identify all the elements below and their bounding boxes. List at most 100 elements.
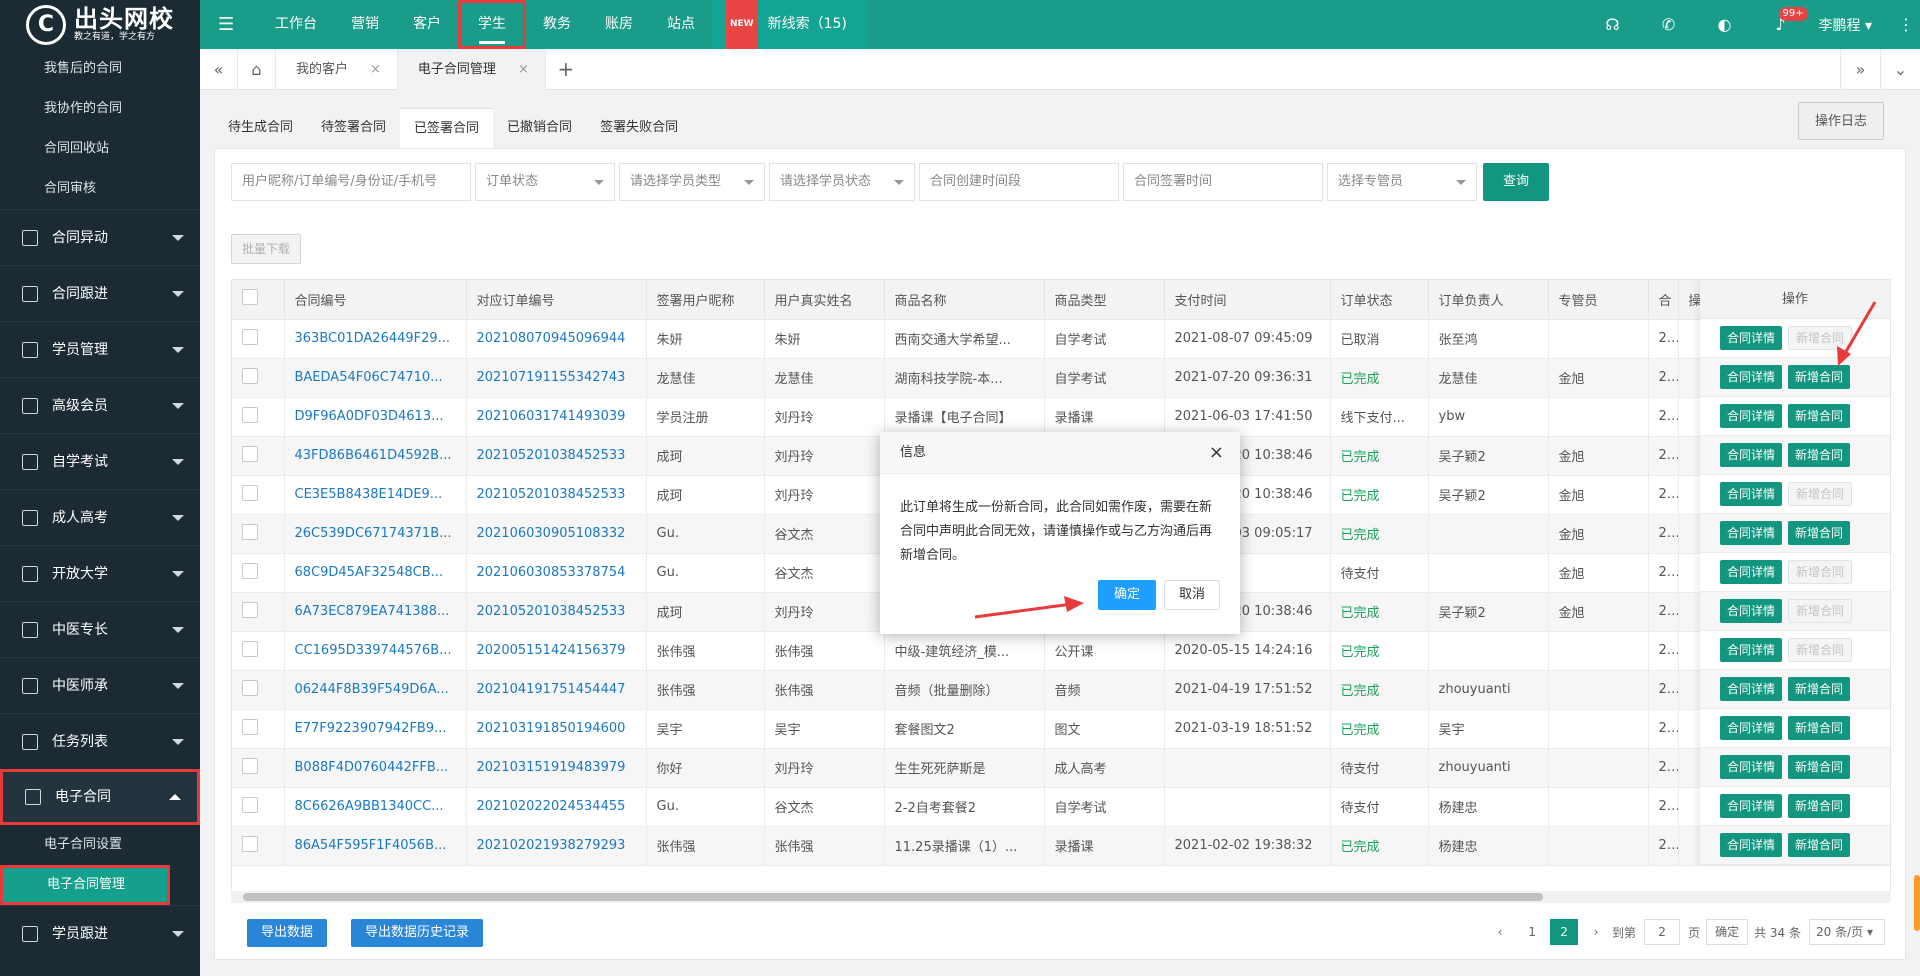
student-status-select[interactable]: 请选择学员状态 <box>769 163 915 201</box>
phone-icon[interactable]: ✆ <box>1641 15 1697 34</box>
contract-detail-button[interactable]: 合同详情 <box>1720 716 1783 740</box>
sidebar-group[interactable]: 学员跟进 <box>0 905 200 961</box>
horizontal-scrollbar[interactable] <box>231 891 1891 903</box>
add-contract-button[interactable]: 新增合同 <box>1788 755 1851 779</box>
page-2[interactable]: 2 <box>1550 919 1579 945</box>
goto-confirm-button[interactable]: 确定 <box>1706 919 1749 945</box>
bulk-download-button[interactable]: 批量下载 <box>231 234 302 264</box>
cell-1[interactable]: 202106031741493039 <box>466 397 647 437</box>
export-history-button[interactable]: 导出数据历史记录 <box>351 919 484 947</box>
tab-my-customers[interactable]: 我的客户 × <box>276 48 398 90</box>
sidebar-group[interactable]: 中医师承 <box>0 657 200 713</box>
cell-0[interactable]: 6A73EC879EA741388... <box>284 592 467 632</box>
cell-0[interactable]: B088F4D0760442FFB... <box>284 748 467 788</box>
cell-0[interactable]: 26C539DC67174371B... <box>284 514 467 554</box>
export-button[interactable]: 导出数据 <box>247 919 328 947</box>
contract-detail-button[interactable]: 合同详情 <box>1720 326 1783 350</box>
cell-1[interactable]: 202103151919483979 <box>466 748 647 788</box>
cell-1[interactable]: 202105201038452533 <box>466 436 647 476</box>
contract-detail-button[interactable]: 合同详情 <box>1720 794 1783 818</box>
menu-toggle-icon[interactable]: ☰ <box>218 14 234 35</box>
nav-item-4[interactable]: 教务 <box>526 0 588 49</box>
contract-created-range[interactable]: 合同创建时间段 <box>919 163 1119 201</box>
sidebar-subitem-contract[interactable]: 电子合同管理 <box>0 865 170 905</box>
close-icon[interactable]: × <box>370 62 381 77</box>
add-contract-button[interactable]: 新增合同 <box>1788 833 1851 857</box>
contract-detail-button[interactable]: 合同详情 <box>1720 482 1783 506</box>
sidebar-group[interactable]: 成人高考 <box>0 489 200 545</box>
contract-detail-button[interactable]: 合同详情 <box>1720 443 1783 467</box>
add-contract-button[interactable]: 新增合同 <box>1788 521 1851 545</box>
more-icon[interactable]: ⋮ <box>1892 15 1920 34</box>
sidebar-group[interactable]: 学员管理 <box>0 321 200 377</box>
row-checkbox[interactable] <box>242 445 258 462</box>
query-button[interactable]: 查询 <box>1483 163 1550 201</box>
close-icon[interactable]: × <box>518 62 529 77</box>
cell-1[interactable]: 202108070945096944 <box>466 319 647 359</box>
contract-status-tab[interactable]: 已签署合同 <box>400 108 494 148</box>
nav-item-1[interactable]: 营销 <box>334 0 396 49</box>
nav-item-3[interactable]: 学生 <box>458 0 526 49</box>
cell-0[interactable]: 43FD86B6461D4592B... <box>284 436 467 476</box>
operation-log-button[interactable]: 操作日志 <box>1797 102 1884 140</box>
cancel-button[interactable]: 取消 <box>1163 580 1220 610</box>
add-contract-button[interactable]: 新增合同 <box>1788 716 1851 740</box>
page-size-select[interactable]: 20 条/页 ▾ <box>1809 919 1885 945</box>
cell-1[interactable]: 202105201038452533 <box>466 475 647 515</box>
home-icon[interactable]: ⌂ <box>238 48 276 90</box>
contract-detail-button[interactable]: 合同详情 <box>1720 755 1783 779</box>
select-all-checkbox[interactable] <box>242 289 258 306</box>
cell-0[interactable]: 363BC01DA26449F29... <box>284 319 467 359</box>
sidebar-subitem[interactable]: 我协作的合同 <box>0 89 200 129</box>
sidebar-group[interactable]: 高级会员 <box>0 377 200 433</box>
row-checkbox[interactable] <box>242 796 258 813</box>
side-scroll-indicator[interactable] <box>1914 875 1920 931</box>
cell-1[interactable]: 202103191850194600 <box>466 709 647 749</box>
prev-page-icon[interactable]: ‹ <box>1486 919 1514 945</box>
contract-detail-button[interactable]: 合同详情 <box>1720 599 1783 623</box>
order-status-select[interactable]: 订单状态 <box>475 163 615 201</box>
tab-contract-management[interactable]: 电子合同管理 × <box>397 48 546 90</box>
row-checkbox[interactable] <box>242 640 258 657</box>
row-checkbox[interactable] <box>242 523 258 540</box>
contract-detail-button[interactable]: 合同详情 <box>1720 833 1783 857</box>
confirm-button[interactable]: 确定 <box>1097 580 1156 610</box>
student-type-select[interactable]: 请选择学员类型 <box>619 163 765 201</box>
sidebar-group[interactable]: 开放大学 <box>0 545 200 601</box>
cell-1[interactable]: 202106030853378754 <box>466 553 647 593</box>
row-checkbox[interactable] <box>242 679 258 696</box>
row-checkbox[interactable] <box>242 562 258 579</box>
row-checkbox[interactable] <box>242 406 258 423</box>
cell-0[interactable]: 68C9D45AF32548CB... <box>284 553 467 593</box>
nav-new-leads[interactable]: NEW 新线索（15) <box>712 0 867 50</box>
contract-status-tab[interactable]: 已撤销合同 <box>493 108 586 148</box>
cell-1[interactable]: 202005151424156379 <box>466 631 647 671</box>
contract-detail-button[interactable]: 合同详情 <box>1720 677 1783 701</box>
nav-item-2[interactable]: 客户 <box>396 0 458 49</box>
cell-0[interactable]: CE3E5B8438E14DE9... <box>284 475 467 515</box>
nav-item-6[interactable]: 站点 <box>650 0 712 49</box>
bell-icon[interactable]: ♪ 99+ <box>1753 7 1809 34</box>
headset-icon[interactable]: ☊ <box>1585 15 1641 34</box>
sidebar-subitem[interactable]: 我售后的合同 <box>0 49 200 89</box>
add-contract-button[interactable]: 新增合同 <box>1788 677 1851 701</box>
cell-1[interactable]: 202106030905108332 <box>466 514 647 554</box>
scroll-thumb[interactable] <box>243 893 1543 901</box>
cell-0[interactable]: D9F96A0DF03D4613... <box>284 397 467 437</box>
add-contract-button[interactable]: 新增合同 <box>1788 794 1851 818</box>
row-checkbox[interactable] <box>242 484 258 501</box>
contract-detail-button[interactable]: 合同详情 <box>1720 365 1783 389</box>
next-page-icon[interactable]: › <box>1582 919 1610 945</box>
contract-detail-button[interactable]: 合同详情 <box>1720 638 1783 662</box>
sidebar-group[interactable]: 任务列表 <box>0 713 200 769</box>
sidebar-group[interactable]: 合同跟进 <box>0 265 200 321</box>
manager-select[interactable]: 选择专管员 <box>1327 163 1477 201</box>
nav-item-0[interactable]: 工作台 <box>258 0 334 49</box>
sidebar-subitem[interactable]: 合同审核 <box>0 169 200 209</box>
user-menu[interactable]: 李鹏程 ▾ <box>1809 15 1892 35</box>
cell-0[interactable]: E77F9223907942FB9... <box>284 709 467 749</box>
cell-0[interactable]: BAEDA54F06C74710... <box>284 358 467 398</box>
column-header[interactable]: 支付时间 <box>1164 280 1331 320</box>
contract-detail-button[interactable]: 合同详情 <box>1720 404 1783 428</box>
add-contract-button[interactable]: 新增合同 <box>1788 443 1851 467</box>
